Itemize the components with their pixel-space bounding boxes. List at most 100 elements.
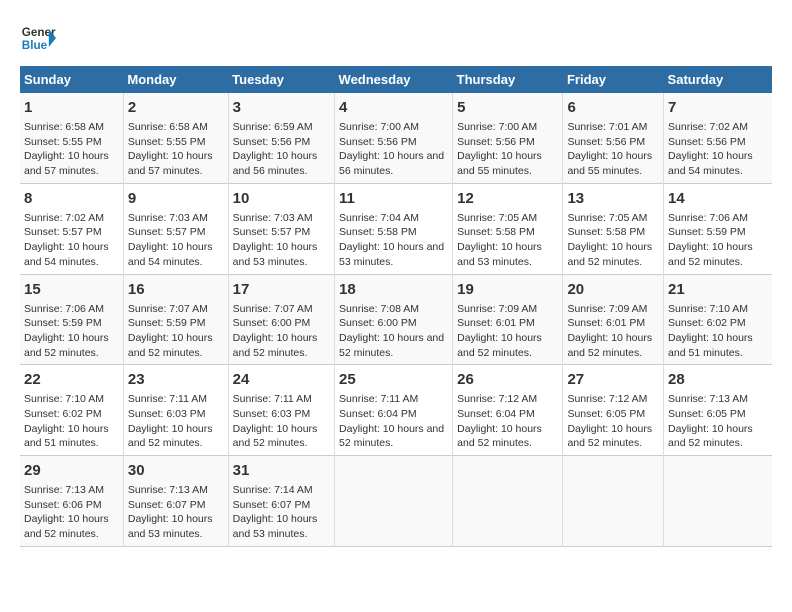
day-cell: 13Sunrise: 7:05 AMSunset: 5:58 PMDayligh… — [563, 183, 664, 274]
day-cell: 9Sunrise: 7:03 AMSunset: 5:57 PMDaylight… — [123, 183, 228, 274]
day-cell: 10Sunrise: 7:03 AMSunset: 5:57 PMDayligh… — [228, 183, 334, 274]
day-cell: 11Sunrise: 7:04 AMSunset: 5:58 PMDayligh… — [335, 183, 453, 274]
day-number: 19 — [457, 279, 558, 300]
day-number: 7 — [668, 97, 768, 118]
svg-text:Blue: Blue — [22, 39, 48, 52]
day-cell: 19Sunrise: 7:09 AMSunset: 6:01 PMDayligh… — [453, 274, 563, 365]
logo: General Blue — [20, 20, 56, 56]
sunrise-text: Sunrise: 7:02 AM — [24, 212, 104, 224]
day-number: 31 — [233, 460, 330, 481]
sunset-text: Sunset: 5:58 PM — [457, 226, 535, 238]
sunset-text: Sunset: 6:01 PM — [457, 317, 535, 329]
day-cell — [563, 456, 664, 547]
daylight-text: Daylight: 10 hours and 52 minutes. — [668, 241, 753, 268]
daylight-text: Daylight: 10 hours and 53 minutes. — [233, 513, 318, 540]
sunset-text: Sunset: 6:07 PM — [233, 499, 311, 511]
sunrise-text: Sunrise: 7:01 AM — [567, 121, 647, 133]
sunrise-text: Sunrise: 7:09 AM — [567, 303, 647, 315]
daylight-text: Daylight: 10 hours and 53 minutes. — [457, 241, 542, 268]
daylight-text: Daylight: 10 hours and 54 minutes. — [128, 241, 213, 268]
sunset-text: Sunset: 5:55 PM — [24, 136, 102, 148]
col-header-tuesday: Tuesday — [228, 66, 334, 93]
col-header-thursday: Thursday — [453, 66, 563, 93]
sunset-text: Sunset: 5:58 PM — [567, 226, 645, 238]
day-number: 29 — [24, 460, 119, 481]
sunset-text: Sunset: 6:00 PM — [233, 317, 311, 329]
day-cell: 16Sunrise: 7:07 AMSunset: 5:59 PMDayligh… — [123, 274, 228, 365]
sunrise-text: Sunrise: 7:12 AM — [567, 393, 647, 405]
sunrise-text: Sunrise: 7:13 AM — [24, 484, 104, 496]
sunrise-text: Sunrise: 6:58 AM — [128, 121, 208, 133]
day-number: 5 — [457, 97, 558, 118]
sunrise-text: Sunrise: 7:10 AM — [668, 303, 748, 315]
day-cell: 17Sunrise: 7:07 AMSunset: 6:00 PMDayligh… — [228, 274, 334, 365]
day-number: 24 — [233, 369, 330, 390]
daylight-text: Daylight: 10 hours and 51 minutes. — [24, 423, 109, 450]
day-cell: 1Sunrise: 6:58 AMSunset: 5:55 PMDaylight… — [20, 93, 123, 183]
day-number: 23 — [128, 369, 224, 390]
week-row-1: 1 Sunrise: 6:58 AM Sunset: 5:55 PM Daylight… — [20, 93, 772, 183]
day-number: 2 — [128, 97, 224, 118]
week-row-5: 29Sunrise: 7:13 AMSunset: 6:06 PMDayligh… — [20, 456, 772, 547]
sunset-text: Sunset: 5:59 PM — [24, 317, 102, 329]
day-number: 11 — [339, 188, 448, 209]
day-cell: 12 Sunrise: 7:05 AM Sunset: 5:58 PM Dayligh… — [453, 183, 563, 274]
day-number: 10 — [233, 188, 330, 209]
daylight-text: Daylight: 10 hours and 52 minutes. — [567, 423, 652, 450]
sunset-text: Sunset: 6:07 PM — [128, 499, 206, 511]
day-cell: 27Sunrise: 7:12 AMSunset: 6:05 PMDayligh… — [563, 365, 664, 456]
sunset-text: Sunset: 5:59 PM — [128, 317, 206, 329]
daylight-text: Daylight: 10 hours and 52 minutes. — [339, 423, 444, 450]
daylight-text: Daylight: 10 hours and 52 minutes. — [233, 332, 318, 359]
sunrise-text: Sunrise: 7:05 AM — [567, 212, 647, 224]
daylight-text: Daylight: 10 hours and 52 minutes. — [567, 241, 652, 268]
day-number: 12 — [457, 188, 558, 209]
day-cell: 5Sunrise: 7:00 AMSunset: 5:56 PMDaylight… — [453, 93, 563, 183]
day-cell: 3Sunrise: 6:59 AMSunset: 5:56 PMDaylight… — [228, 93, 334, 183]
sunrise-text: Sunrise: 7:07 AM — [128, 303, 208, 315]
daylight-text: Daylight: 10 hours and 54 minutes. — [24, 241, 109, 268]
sunset-text: Sunset: 5:56 PM — [457, 136, 535, 148]
sunrise-text: Sunrise: 7:10 AM — [24, 393, 104, 405]
daylight-text: Daylight: 10 hours and 52 minutes. — [24, 513, 109, 540]
sunset-text: Sunset: 5:58 PM — [339, 226, 417, 238]
sunrise-text: Sunrise: 7:03 AM — [128, 212, 208, 224]
sunset-text: Sunset: 6:04 PM — [457, 408, 535, 420]
sunset-text: Sunset: 5:56 PM — [668, 136, 746, 148]
sunrise-text: Sunrise: 7:02 AM — [668, 121, 748, 133]
daylight-text: Daylight: 10 hours and 52 minutes. — [339, 332, 444, 359]
sunrise-text: Sunrise: 7:00 AM — [339, 121, 419, 133]
daylight-text: Daylight: 10 hours and 52 minutes. — [457, 423, 542, 450]
day-cell — [335, 456, 453, 547]
daylight-text: Daylight: 10 hours and 53 minutes. — [128, 513, 213, 540]
sunrise-text: Sunrise: 7:05 AM — [457, 212, 537, 224]
daylight-text: Daylight: 10 hours and 57 minutes. — [128, 150, 213, 177]
week-row-4: 22Sunrise: 7:10 AMSunset: 6:02 PMDayligh… — [20, 365, 772, 456]
header: General Blue — [20, 20, 772, 56]
sunrise-text: Sunrise: 7:03 AM — [233, 212, 313, 224]
daylight-text: Daylight: 10 hours and 52 minutes. — [567, 332, 652, 359]
day-number: 15 — [24, 279, 119, 300]
day-number: 1 — [24, 97, 119, 118]
col-header-saturday: Saturday — [664, 66, 772, 93]
day-cell: 15Sunrise: 7:06 AMSunset: 5:59 PMDayligh… — [20, 274, 123, 365]
sunset-text: Sunset: 6:05 PM — [567, 408, 645, 420]
sunrise-text: Sunrise: 7:11 AM — [339, 393, 418, 405]
sunrise-text: Sunrise: 7:13 AM — [128, 484, 208, 496]
sunrise-text: Sunrise: 7:11 AM — [233, 393, 312, 405]
col-header-monday: Monday — [123, 66, 228, 93]
day-number: 9 — [128, 188, 224, 209]
daylight-text: Daylight: 10 hours and 55 minutes. — [457, 150, 542, 177]
week-row-2: 8Sunrise: 7:02 AMSunset: 5:57 PMDaylight… — [20, 183, 772, 274]
day-number: 20 — [567, 279, 659, 300]
sunrise-text: Sunrise: 7:07 AM — [233, 303, 313, 315]
daylight-text: Daylight: 10 hours and 53 minutes. — [233, 241, 318, 268]
calendar-table: SundayMondayTuesdayWednesdayThursdayFrid… — [20, 66, 772, 547]
day-cell: 20Sunrise: 7:09 AMSunset: 6:01 PMDayligh… — [563, 274, 664, 365]
day-number: 30 — [128, 460, 224, 481]
daylight-text: Daylight: 10 hours and 52 minutes. — [128, 423, 213, 450]
day-number: 6 — [567, 97, 659, 118]
daylight-text: Daylight: 10 hours and 56 minutes. — [233, 150, 318, 177]
day-number: 28 — [668, 369, 768, 390]
day-cell: 4Sunrise: 7:00 AMSunset: 5:56 PMDaylight… — [335, 93, 453, 183]
